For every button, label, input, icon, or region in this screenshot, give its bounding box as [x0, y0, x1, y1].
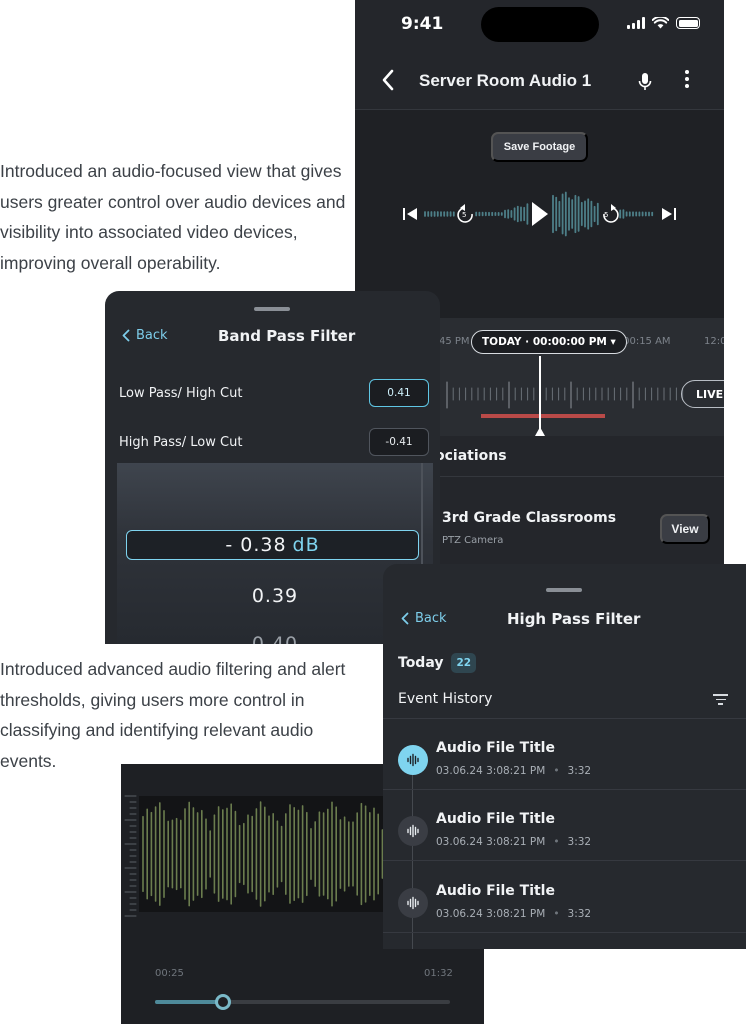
replay-5-icon[interactable]: 5 — [457, 204, 473, 223]
back-button[interactable]: Back — [122, 328, 168, 343]
wifi-icon — [652, 17, 669, 29]
high-pass-label: High Pass/ Low Cut — [119, 434, 243, 450]
caption-filtering: Introduced advanced audio filtering and … — [0, 659, 346, 771]
progress-thumb[interactable] — [214, 994, 231, 1010]
dynamic-island — [481, 7, 599, 42]
picker-selected-value[interactable]: - 0.38 dB — [126, 530, 419, 560]
high-pass-row: High Pass/ Low Cut -0.41 — [119, 427, 429, 457]
forward-5-icon[interactable]: 5 — [603, 204, 619, 223]
audio-wave-icon — [398, 816, 428, 846]
play-icon[interactable] — [532, 202, 548, 226]
event-item[interactable]: Audio File Title 03.06.24 3:08:21 PM • 3… — [383, 804, 746, 875]
sheet-grabber[interactable] — [254, 307, 290, 311]
sheet-title: Band Pass Filter — [218, 327, 356, 345]
event-duration: 3:32 — [567, 836, 592, 848]
chevron-left-icon — [122, 329, 130, 342]
separator-dot: • — [553, 765, 560, 777]
signal-icon — [627, 17, 645, 29]
count-badge: 22 — [451, 653, 477, 673]
divider — [383, 860, 746, 861]
event-title: Audio File Title — [436, 740, 555, 756]
svg-text:5: 5 — [462, 211, 466, 219]
audio-wave-icon — [398, 888, 428, 918]
separator-dot: • — [553, 836, 560, 848]
association-type: PTZ Camera — [442, 535, 504, 546]
today-summary: Today 22 — [398, 653, 477, 673]
view-button[interactable]: View — [660, 514, 710, 544]
audio-wave-icon — [398, 745, 428, 775]
low-pass-row: Low Pass/ High Cut 0.41 — [119, 378, 429, 408]
associations-heading: ociations — [435, 448, 507, 464]
back-chevron-icon[interactable] — [381, 68, 395, 98]
event-duration: 3:32 — [567, 908, 592, 920]
playhead-handle[interactable] — [535, 427, 545, 436]
event-datetime: 03.06.24 3:08:21 PM — [436, 908, 546, 920]
progress-track[interactable] — [155, 1000, 450, 1004]
top-nav: Server Room Audio 1 — [355, 58, 724, 110]
svg-text:5: 5 — [604, 211, 608, 219]
event-meta: 03.06.24 3:08:21 PM • 3:32 — [436, 836, 591, 848]
skip-previous-icon[interactable] — [403, 208, 417, 220]
audio-player: Save Footage 5 5 — [355, 110, 724, 318]
low-pass-input[interactable]: 0.41 — [369, 379, 429, 407]
today-label: Today — [398, 655, 444, 671]
status-bar: 9:41 — [355, 0, 724, 58]
microphone-icon[interactable] — [638, 72, 652, 96]
caption-audio-view: Introduced an audio-focused view that gi… — [0, 161, 346, 273]
level-scale — [124, 795, 137, 917]
event-datetime: 03.06.24 3:08:21 PM — [436, 836, 546, 848]
association-name: 3rd Grade Classrooms — [442, 510, 617, 526]
status-time: 9:41 — [401, 14, 444, 34]
selected-value: - 0.38 — [225, 534, 287, 556]
event-datetime: 03.06.24 3:08:21 PM — [436, 765, 546, 777]
low-pass-label: Low Pass/ High Cut — [119, 385, 243, 401]
high-pass-filter-sheet: Back High Pass Filter Today 22 Event His… — [383, 564, 746, 949]
divider — [383, 718, 746, 719]
back-button[interactable]: Back — [401, 611, 447, 626]
event-meta: 03.06.24 3:08:21 PM • 3:32 — [436, 908, 591, 920]
elapsed-time: 00:25 — [155, 968, 184, 979]
tick-marks — [446, 381, 684, 409]
save-footage-button[interactable]: Save Footage — [491, 132, 588, 162]
high-pass-input[interactable]: -0.41 — [369, 428, 429, 456]
back-label: Back — [136, 328, 168, 343]
event-item[interactable]: Audio File Title 03.06.24 3:08:21 PM • 3… — [383, 876, 746, 947]
more-vertical-icon[interactable] — [685, 70, 689, 88]
total-time: 01:32 — [424, 968, 453, 979]
chevron-left-icon — [401, 612, 409, 625]
skip-next-icon[interactable] — [662, 208, 676, 220]
event-history-heading: Event History — [398, 691, 493, 707]
separator-dot: • — [553, 908, 560, 920]
event-title: Audio File Title — [436, 811, 555, 827]
progress-fill — [155, 1000, 223, 1004]
battery-icon — [676, 17, 700, 29]
sheet-grabber[interactable] — [546, 588, 582, 592]
back-label: Back — [415, 611, 447, 626]
sheet-title: High Pass Filter — [507, 610, 641, 628]
event-title: Audio File Title — [436, 883, 555, 899]
audio-waveform: 5 5 — [403, 191, 676, 237]
divider — [383, 789, 746, 790]
system-icons — [627, 17, 700, 29]
divider — [383, 932, 746, 933]
page-title: Server Room Audio 1 — [419, 71, 592, 90]
event-duration: 3:32 — [567, 765, 592, 777]
event-item[interactable]: Audio File Title 03.06.24 3:08:21 PM • 3… — [383, 733, 746, 804]
filter-icon[interactable] — [713, 694, 728, 705]
event-marker — [481, 414, 605, 418]
event-meta: 03.06.24 3:08:21 PM • 3:32 — [436, 765, 591, 777]
live-button[interactable]: LIVE — [681, 380, 724, 408]
selected-unit: dB — [292, 534, 320, 556]
